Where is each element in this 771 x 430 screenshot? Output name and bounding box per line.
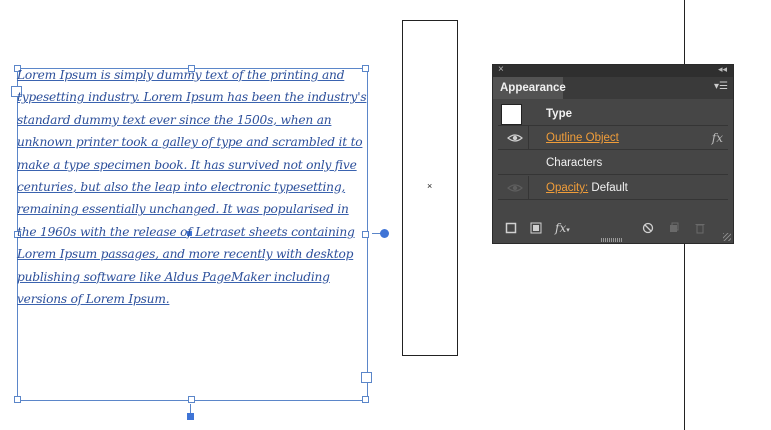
fx-label: fx <box>555 221 567 235</box>
panel-corner-resize[interactable] <box>723 233 731 241</box>
opacity-link[interactable]: Opacity: <box>546 182 588 194</box>
baseline-widget-square[interactable] <box>187 413 194 420</box>
opacity-value: Default <box>588 182 628 194</box>
row-divider <box>528 126 529 150</box>
appearance-row-outline-object[interactable]: Outline Object fx <box>498 126 728 150</box>
panel-resize-grip[interactable] <box>601 238 623 242</box>
opacity-row-label: Opacity: Default <box>546 176 628 200</box>
tab-appearance[interactable]: Appearance <box>493 77 566 99</box>
clear-appearance-icon[interactable] <box>642 222 654 234</box>
add-new-fill-icon[interactable] <box>530 222 542 234</box>
panel-tab-bar: Appearance ▾☰ <box>493 77 733 99</box>
appearance-row-type[interactable]: Type <box>498 102 728 126</box>
panel-menu-icon[interactable]: ▾☰ <box>714 81 728 92</box>
eye-icon[interactable] <box>505 179 525 197</box>
add-new-effect-icon[interactable]: fx▾ <box>555 222 570 234</box>
type-thumbnail <box>501 104 522 125</box>
row-label-type: Type <box>546 108 572 120</box>
close-icon[interactable]: × <box>498 64 504 75</box>
chevron-down-icon: ▾ <box>566 226 570 234</box>
appearance-row-opacity[interactable]: Opacity: Default <box>498 176 728 200</box>
panel-bottom-toolbar: fx▾ <box>493 217 733 239</box>
appearance-row-characters[interactable]: Characters <box>498 151 728 175</box>
fx-icon[interactable]: fx <box>712 126 723 150</box>
duplicate-item-icon[interactable] <box>668 222 680 234</box>
outline-object-link[interactable]: Outline Object <box>546 126 619 150</box>
handle-bottom-center[interactable] <box>188 396 195 403</box>
eye-icon[interactable] <box>505 129 525 147</box>
panel-title-bar[interactable]: × ◂◂ <box>493 64 733 77</box>
row-divider <box>528 176 529 200</box>
add-new-stroke-icon[interactable] <box>505 222 517 234</box>
appearance-panel: × ◂◂ Appearance ▾☰ Type Outline Object f… <box>492 64 734 244</box>
rectangle-center-point: × <box>427 181 433 191</box>
delete-item-icon[interactable] <box>694 222 706 234</box>
handle-bottom-left[interactable] <box>14 396 21 403</box>
text-out-port[interactable] <box>361 372 372 383</box>
collapse-panel-icon[interactable]: ◂◂ <box>718 64 727 75</box>
thread-widget-dot[interactable] <box>380 229 389 238</box>
handle-bottom-right[interactable] <box>362 396 369 403</box>
row-label-characters: Characters <box>546 157 603 169</box>
script-text-block[interactable]: Lorem Ipsum is simply dummy text of the … <box>17 64 369 310</box>
